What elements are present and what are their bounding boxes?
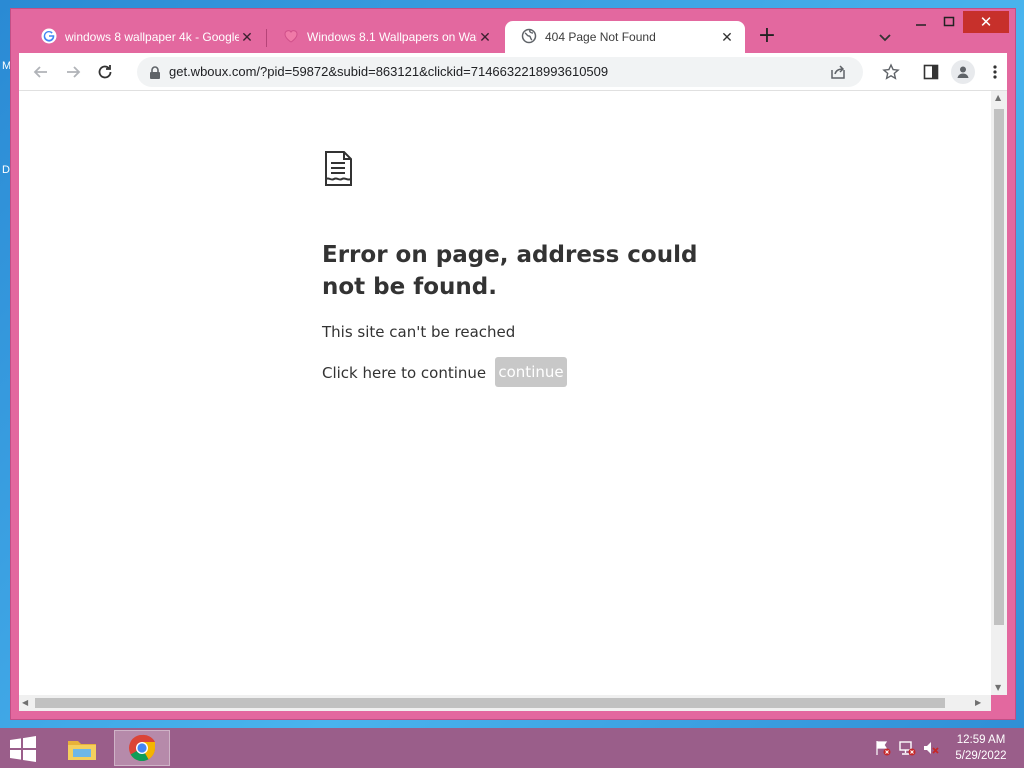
page-content: Error on page, address could not be foun… [19, 91, 991, 695]
tab-title: Windows 8.1 Wallpapers on Wall [307, 30, 477, 44]
continue-button[interactable]: continue [495, 357, 567, 387]
error-subtitle: This site can't be reached [322, 323, 516, 341]
address-bar[interactable]: get.wboux.com/?pid=59872&subid=863121&cl… [137, 57, 863, 87]
back-arrow-icon[interactable] [29, 60, 53, 84]
horizontal-scrollbar[interactable]: ◀ ▶ [19, 695, 991, 711]
more-menu-icon[interactable] [983, 60, 1007, 84]
maximize-icon [943, 16, 955, 27]
volume-muted-icon[interactable] [922, 740, 940, 756]
tab-404-page[interactable]: 404 Page Not Found ✕ [505, 21, 745, 53]
scroll-down-icon[interactable]: ▼ [995, 683, 1001, 692]
globe-icon [521, 28, 537, 47]
network-icon[interactable] [898, 740, 916, 756]
browser-toolbar: get.wboux.com/?pid=59872&subid=863121&cl… [19, 53, 1007, 91]
lock-icon[interactable] [149, 65, 161, 84]
forward-arrow-icon[interactable] [61, 60, 85, 84]
taskbar: 12:59 AM 5/29/2022 [0, 728, 1024, 768]
start-button[interactable] [6, 734, 40, 764]
browser-window: windows 8 wallpaper 4k - Google ✕ Window… [10, 8, 1016, 720]
vertical-scrollbar[interactable]: ▲ ▼ [991, 91, 1007, 695]
side-panel-icon[interactable] [919, 60, 943, 84]
maximize-button[interactable] [935, 11, 963, 33]
horizontal-scroll-thumb[interactable] [35, 698, 945, 708]
desktop-icon-label[interactable]: D [2, 164, 10, 176]
reload-icon[interactable] [93, 60, 117, 84]
tab-close-icon[interactable]: ✕ [719, 29, 735, 45]
tab-close-icon[interactable]: ✕ [477, 29, 493, 45]
continue-prompt: Click here to continue [322, 364, 487, 382]
tab-title: windows 8 wallpaper 4k - Google [65, 30, 239, 44]
taskbar-chrome[interactable] [114, 730, 170, 766]
file-explorer-icon [68, 741, 96, 760]
tab-google-search[interactable]: windows 8 wallpaper 4k - Google ✕ [25, 21, 265, 53]
clock-time: 12:59 AM [956, 734, 1006, 746]
page-title: Error on page, address could not be foun… [322, 242, 698, 300]
vertical-scroll-thumb[interactable] [994, 109, 1004, 625]
taskbar-file-explorer[interactable] [54, 730, 110, 766]
broken-document-icon [321, 149, 355, 193]
window-close-button[interactable]: ✕ [963, 11, 1009, 33]
google-g-icon [41, 28, 57, 47]
action-center-flag-icon[interactable] [874, 740, 892, 756]
new-tab-button[interactable]: + [755, 25, 779, 49]
share-icon[interactable] [829, 63, 847, 85]
minimize-button[interactable] [907, 11, 935, 33]
scroll-right-icon[interactable]: ▶ [975, 698, 981, 707]
windows-logo-icon [10, 736, 36, 762]
scroll-up-icon[interactable]: ▲ [995, 93, 1001, 102]
tab-wallpapers[interactable]: Windows 8.1 Wallpapers on Wall ✕ [267, 21, 503, 53]
profile-avatar-icon[interactable] [951, 60, 975, 84]
tab-title: 404 Page Not Found [545, 30, 656, 44]
minimize-icon [916, 24, 926, 26]
tab-close-icon[interactable]: ✕ [239, 29, 255, 45]
tab-search-chevron-icon[interactable] [875, 27, 895, 47]
system-clock[interactable]: 12:59 AM 5/29/2022 [948, 732, 1014, 764]
url-text: get.wboux.com/?pid=59872&subid=863121&cl… [169, 64, 609, 79]
scroll-left-icon[interactable]: ◀ [22, 698, 28, 707]
chrome-icon [129, 734, 156, 762]
clock-date: 5/29/2022 [955, 750, 1007, 762]
wallpaper-site-icon [283, 28, 299, 47]
tab-strip: windows 8 wallpaper 4k - Google ✕ Window… [11, 9, 1015, 53]
bookmark-star-icon[interactable] [879, 60, 903, 84]
